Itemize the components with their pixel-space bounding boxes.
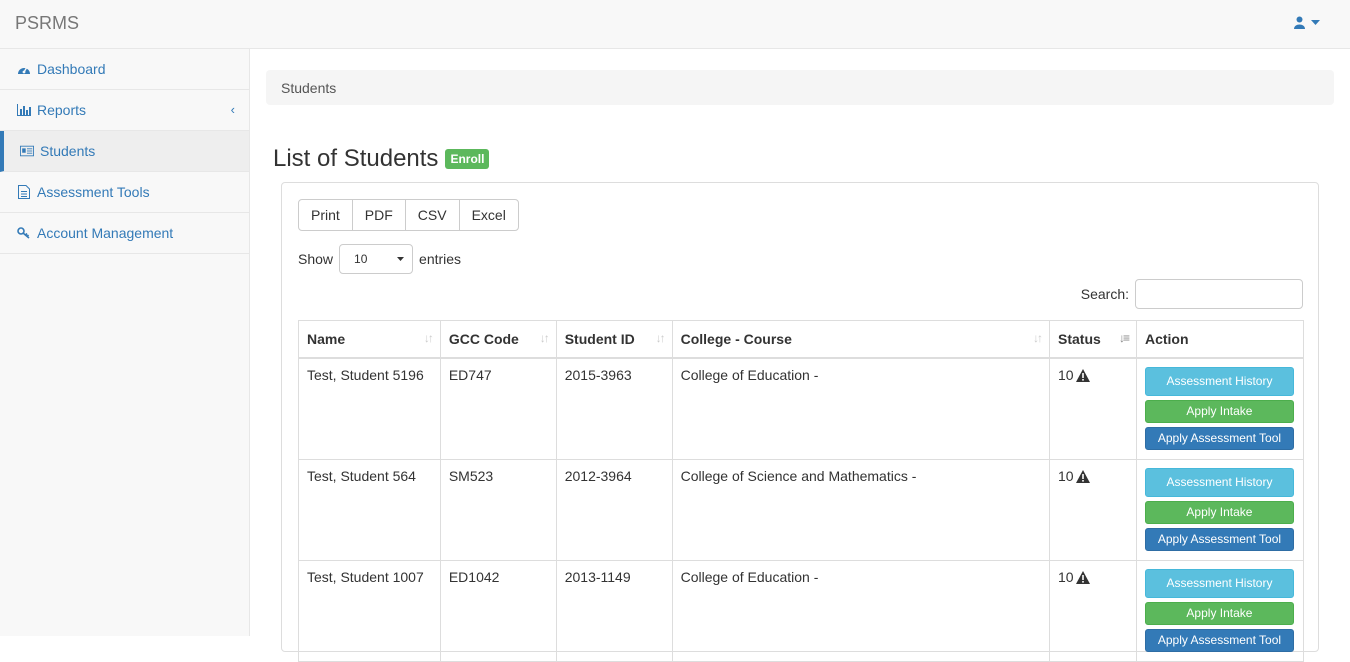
show-label: Show (298, 251, 334, 267)
sidebar-item-label: Assessment Tools (37, 184, 150, 200)
user-icon (1294, 16, 1305, 29)
cell-name: Test, Student 564 (298, 459, 441, 561)
status-value: 10 (1058, 569, 1074, 585)
document-icon (17, 185, 31, 199)
breadcrumb: Students (266, 70, 1334, 105)
sidebar-item-assessment-tools[interactable]: Assessment Tools (0, 172, 249, 213)
cell-student-id: 2012-3964 (555, 459, 673, 561)
column-header-student-id[interactable]: Student ID ↓↑ (555, 320, 673, 359)
bar-chart-icon (17, 103, 31, 117)
table-row: Test, Student 564 SM523 2012-3964 Colleg… (298, 459, 1305, 561)
cell-gcc-code: ED1042 (439, 560, 557, 662)
sidebar-item-label: Account Management (37, 225, 174, 241)
table-row: Test, Student 5196 ED747 2015-3963 Colle… (298, 357, 1305, 460)
excel-button[interactable]: Excel (458, 199, 519, 231)
assessment-history-button[interactable]: Assessment History (1144, 468, 1294, 497)
print-button[interactable]: Print (298, 199, 353, 231)
status-value: 10 (1058, 468, 1074, 484)
students-table: Name ↓↑ GCC Code ↓↑ Student ID ↓↑ College -… (298, 320, 1305, 662)
warning-icon (1075, 469, 1090, 483)
students-panel: Print PDF CSV Excel Show 10 entries Sear… (281, 182, 1319, 662)
cell-status: 10 (1049, 459, 1137, 561)
cell-status: 10 (1049, 357, 1137, 460)
top-navbar: PSRMS (0, 0, 1350, 49)
page-title: List of Students Enroll (273, 145, 490, 173)
warning-icon (1075, 570, 1090, 584)
apply-assessment-tool-button[interactable]: Apply Assessment Tool (1144, 427, 1294, 450)
sort-icon: ↓↑ (423, 331, 434, 345)
chevron-left-icon[interactable]: ‹ (231, 102, 235, 117)
brand-title[interactable]: PSRMS (15, 13, 79, 34)
sidebar-item-reports[interactable]: Reports ‹ (0, 90, 249, 131)
entries-select[interactable]: 10 (339, 244, 414, 274)
cell-name: Test, Student 5196 (298, 357, 441, 460)
entries-select-value: 10 (354, 252, 368, 266)
assessment-history-button[interactable]: Assessment History (1144, 367, 1294, 396)
cell-action: Assessment History Apply Intake Apply As… (1135, 357, 1305, 460)
search-control: Search: (1081, 279, 1303, 309)
csv-button[interactable]: CSV (404, 199, 460, 231)
sidebar-item-label: Reports (37, 102, 87, 118)
cell-action: Assessment History Apply Intake Apply As… (1135, 560, 1305, 662)
cell-status: 10 (1049, 560, 1137, 662)
page-title-text: List of Students (273, 145, 439, 172)
table-row: Test, Student 1007 ED1042 2013-1149 Coll… (298, 560, 1305, 662)
sort-icon: ↓↑ (655, 331, 666, 345)
cell-gcc-code: ED747 (439, 357, 557, 460)
sidebar-item-account-management[interactable]: Account Management (0, 213, 249, 254)
caret-down-icon (1311, 20, 1320, 25)
column-header-name[interactable]: Name ↓↑ (298, 320, 441, 359)
column-header-status[interactable]: Status ↓≡ (1049, 320, 1137, 359)
sidebar-item-students[interactable]: Students (0, 131, 249, 172)
cell-student-id: 2015-3963 (555, 357, 673, 460)
sort-desc-icon: ↓≡ (1118, 331, 1130, 345)
cell-college-course: College of Education - (671, 357, 1051, 460)
entries-length-control: Show 10 entries (298, 244, 461, 274)
entries-label: entries (419, 251, 462, 267)
apply-assessment-tool-button[interactable]: Apply Assessment Tool (1144, 629, 1294, 652)
cell-student-id: 2013-1149 (555, 560, 673, 662)
column-header-action: Action (1135, 320, 1305, 359)
dashboard-icon (17, 62, 31, 76)
sort-icon: ↓↑ (1033, 331, 1043, 345)
warning-icon (1075, 368, 1090, 382)
cell-college-course: College of Science and Mathematics - (671, 459, 1051, 561)
main-content: Students List of Students Enroll Print P… (251, 49, 1350, 662)
user-menu[interactable] (1294, 16, 1320, 29)
id-card-icon (20, 144, 34, 158)
apply-intake-button[interactable]: Apply Intake (1144, 602, 1294, 625)
cell-name: Test, Student 1007 (298, 560, 441, 662)
apply-intake-button[interactable]: Apply Intake (1144, 400, 1294, 423)
apply-assessment-tool-button[interactable]: Apply Assessment Tool (1144, 528, 1294, 551)
column-header-college-course[interactable]: College - Course ↓↑ (671, 320, 1051, 359)
sidebar-item-dashboard[interactable]: Dashboard (0, 49, 249, 90)
search-input[interactable] (1135, 279, 1303, 309)
table-header-row: Name ↓↑ GCC Code ↓↑ Student ID ↓↑ College -… (298, 320, 1305, 359)
cell-gcc-code: SM523 (439, 459, 557, 561)
assessment-history-button[interactable]: Assessment History (1144, 569, 1294, 598)
export-buttons: Print PDF CSV Excel (298, 199, 519, 231)
search-label: Search: (1080, 286, 1129, 302)
enroll-button[interactable]: Enroll (445, 149, 490, 169)
sidebar-item-label: Students (40, 143, 96, 159)
caret-down-icon (397, 257, 405, 261)
column-header-gcc-code[interactable]: GCC Code ↓↑ (439, 320, 557, 359)
sidebar: Dashboard Reports ‹ Students Assessment … (0, 49, 250, 636)
apply-intake-button[interactable]: Apply Intake (1144, 501, 1294, 524)
cell-action: Assessment History Apply Intake Apply As… (1135, 459, 1305, 561)
key-icon (17, 226, 31, 240)
cell-college-course: College of Education - (671, 560, 1051, 662)
pdf-button[interactable]: PDF (351, 199, 406, 231)
sort-icon: ↓↑ (539, 331, 550, 345)
status-value: 10 (1058, 367, 1074, 383)
sidebar-item-label: Dashboard (37, 61, 106, 77)
